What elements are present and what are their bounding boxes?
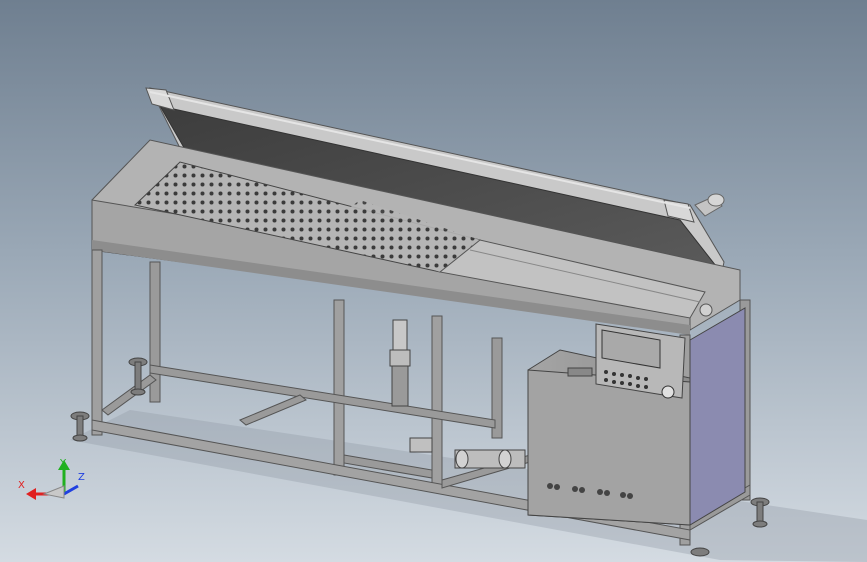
coordinate-triad: X Y Z xyxy=(18,458,85,500)
end-knob xyxy=(699,303,713,317)
x-axis-label: X xyxy=(18,480,25,491)
y-axis-label: Y xyxy=(59,458,67,469)
cad-viewport[interactable]: X Y Z xyxy=(0,0,867,562)
z-axis-arrow xyxy=(63,484,79,496)
x-axis-head xyxy=(26,488,36,500)
pump-assembly xyxy=(389,319,526,469)
power-knob xyxy=(661,385,675,399)
z-axis-label: Z xyxy=(78,472,85,483)
machine-model[interactable] xyxy=(0,0,867,562)
exhaust-nozzle xyxy=(694,193,725,217)
triad-plane xyxy=(42,485,65,499)
